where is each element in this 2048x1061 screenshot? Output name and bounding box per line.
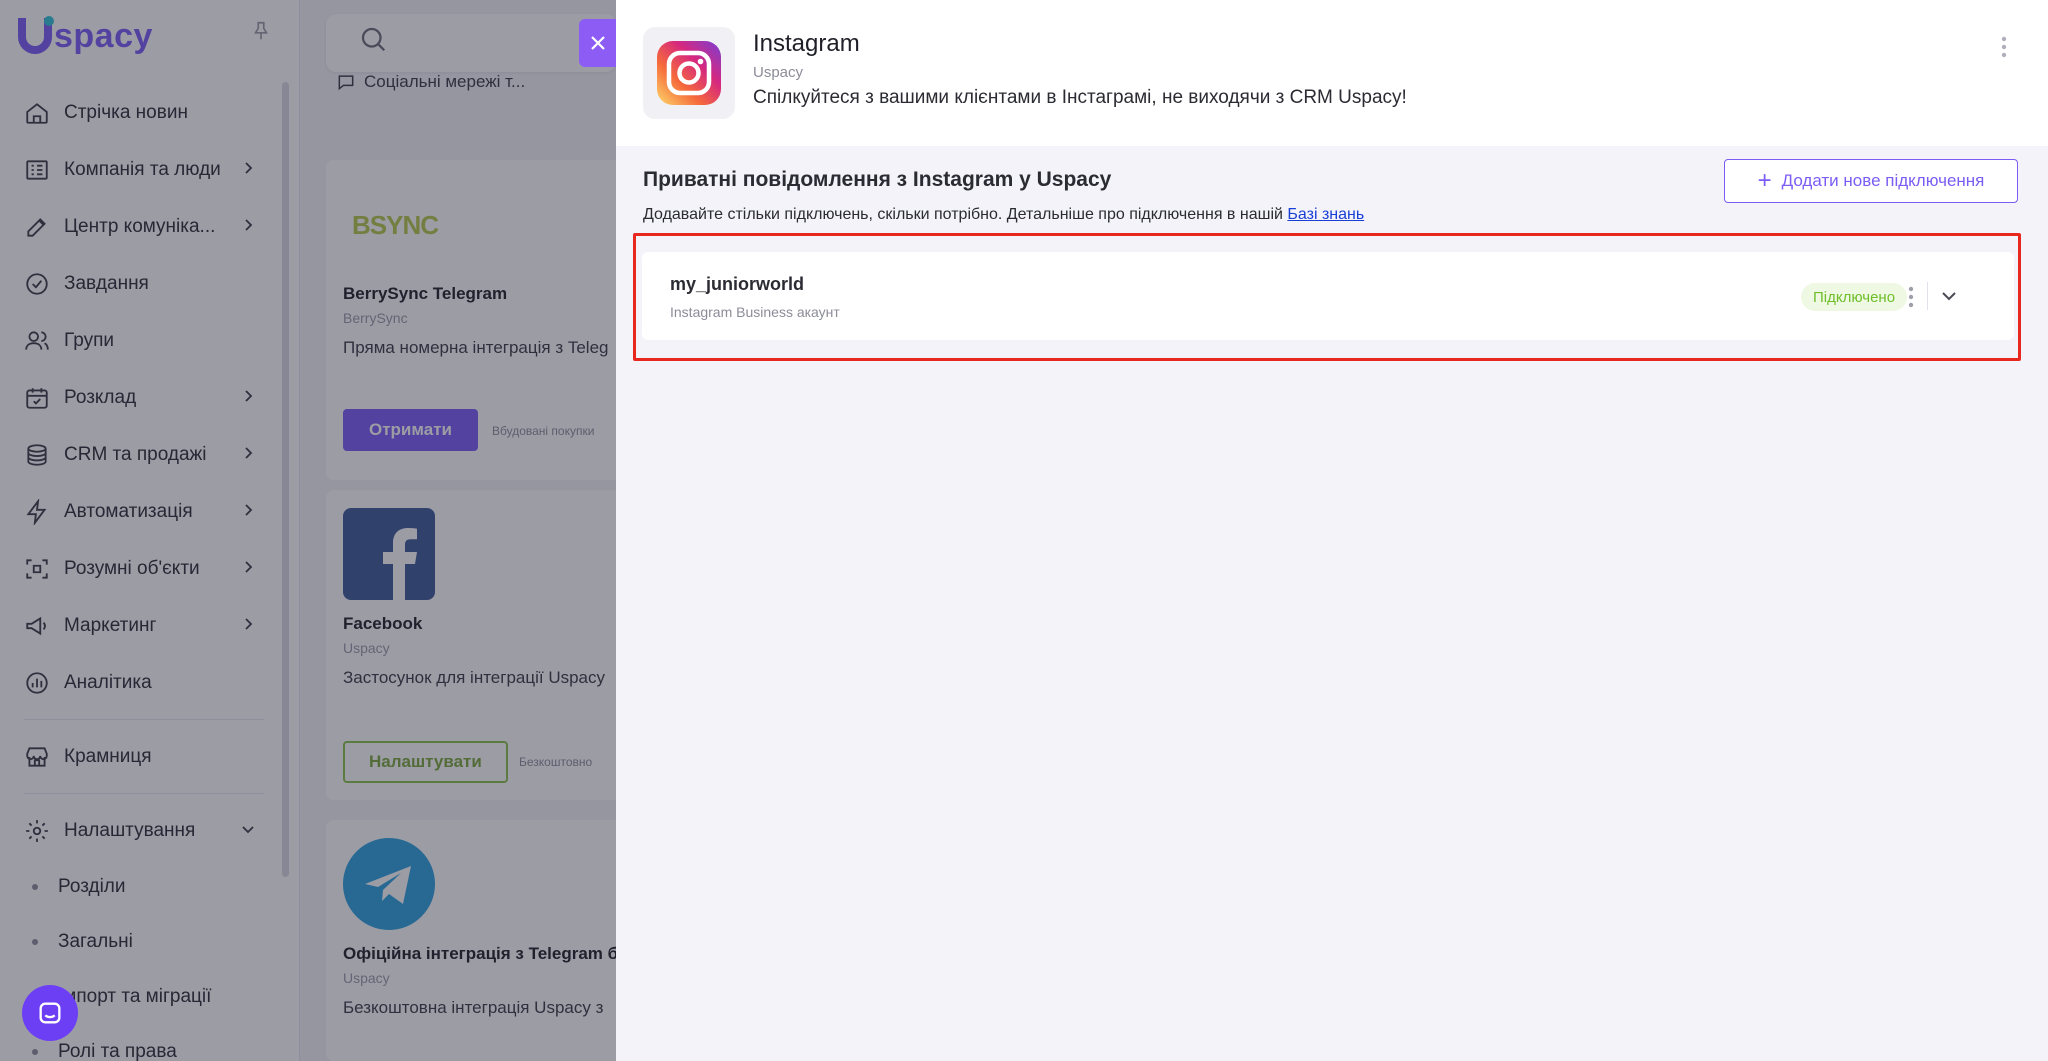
add-connection-button[interactable]: + Додати нове підключення [1724,159,2018,203]
app-title: Instagram [753,30,860,57]
status-badge: Підключено [1801,283,1908,311]
close-icon [590,36,605,50]
knowledge-base-link[interactable]: Базі знань [1287,206,1364,223]
section-title: Приватні повідомлення з Instagram у Uspa… [643,168,1112,191]
app-description: Спілкуйтеся з вашими клієнтами в Інстагр… [753,87,1407,108]
connection-type: Instagram Business акаунт [670,304,840,320]
modal-backdrop[interactable] [0,0,616,1061]
section-description: Додавайте стільки підключень, скільки по… [643,206,1365,223]
app-icon [643,27,735,119]
app-vendor: Uspacy [753,64,804,81]
add-connection-label: Додати нове підключення [1781,171,1985,190]
close-drawer-button[interactable] [579,19,616,67]
plus-icon: + [1757,167,1772,194]
instagram-icon [657,41,721,105]
support-chat-button[interactable] [22,985,78,1041]
more-vertical-icon[interactable] [1994,34,2014,60]
connection-card[interactable]: my_juniorworld Instagram Business акаунт… [642,252,2014,340]
instagram-app-drawer: Instagram Uspacy Спілкуйтеся з вашими кл… [616,0,2048,1061]
chat-bubble-icon [39,1002,61,1024]
drawer-header: Instagram Uspacy Спілкуйтеся з вашими кл… [616,0,2048,146]
divider [1927,282,1928,310]
chevron-down-icon[interactable] [1938,285,1960,307]
connection-name: my_juniorworld [670,274,805,294]
more-vertical-icon[interactable] [1904,283,1918,311]
